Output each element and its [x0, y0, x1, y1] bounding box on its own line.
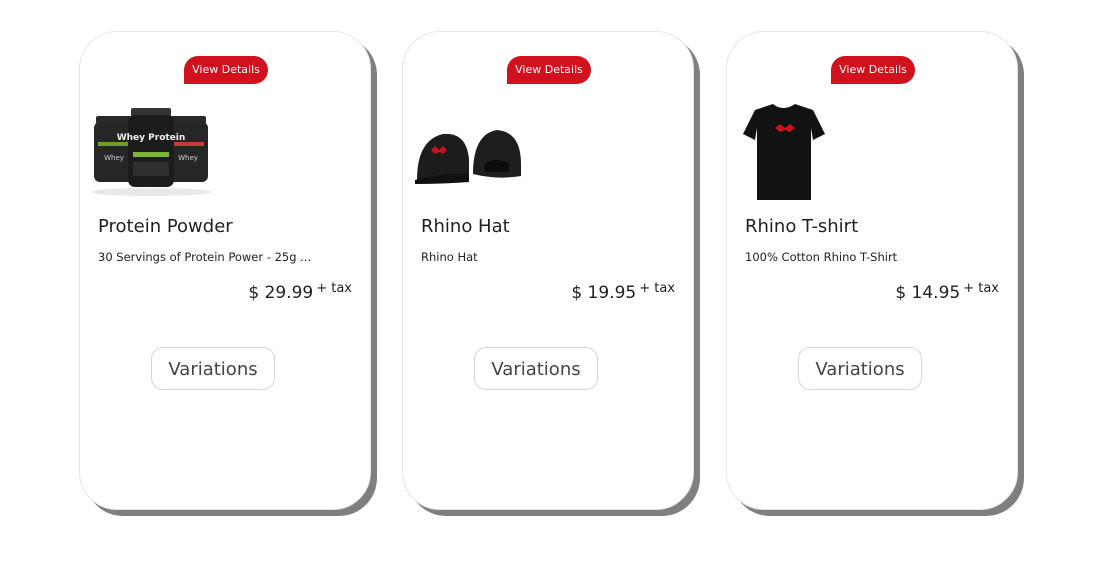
- product-price: $ 19.95 + tax: [571, 281, 675, 303]
- product-price: $ 14.95 + tax: [895, 281, 999, 303]
- product-price: $ 29.99 + tax: [248, 281, 352, 303]
- price-value: $ 14.95: [895, 283, 961, 303]
- svg-text:Whey Protein: Whey Protein: [117, 133, 186, 143]
- tax-label: + tax: [639, 281, 675, 296]
- product-card-rhino-tshirt: View Details Rhino T-shirt 100% Cotton R…: [726, 31, 1018, 510]
- product-description: 100% Cotton Rhino T-Shirt: [745, 250, 898, 264]
- product-name: Rhino T-shirt: [745, 216, 859, 237]
- product-name: Protein Powder: [98, 216, 233, 237]
- product-description: Rhino Hat: [421, 250, 478, 264]
- svg-text:Whey: Whey: [104, 154, 124, 162]
- price-value: $ 19.95: [571, 283, 637, 303]
- view-details-button[interactable]: View Details: [507, 56, 591, 84]
- product-name: Rhino Hat: [421, 216, 510, 237]
- product-card-protein-powder: View Details Whey Whey Whey Protein Prot…: [79, 31, 371, 510]
- black-tshirt-image: [743, 104, 825, 200]
- tax-label: + tax: [963, 281, 999, 296]
- price-value: $ 29.99: [248, 283, 314, 303]
- protein-tubs-image: Whey Whey Whey Protein: [91, 108, 211, 196]
- view-details-button[interactable]: View Details: [184, 56, 268, 84]
- black-caps-image: [415, 130, 521, 184]
- product-grid: View Details Whey Whey Whey Protein Prot…: [0, 0, 1118, 573]
- variations-button[interactable]: Variations: [798, 347, 922, 390]
- product-card-rhino-hat: View Details Rhino Hat Rhino Hat $ 19.95…: [402, 31, 694, 510]
- variations-button[interactable]: Variations: [474, 347, 598, 390]
- view-details-button[interactable]: View Details: [831, 56, 915, 84]
- tax-label: + tax: [316, 281, 352, 296]
- product-description: 30 Servings of Protein Power - 25g ...: [98, 250, 312, 264]
- svg-text:Whey: Whey: [178, 154, 198, 162]
- variations-button[interactable]: Variations: [151, 347, 275, 390]
